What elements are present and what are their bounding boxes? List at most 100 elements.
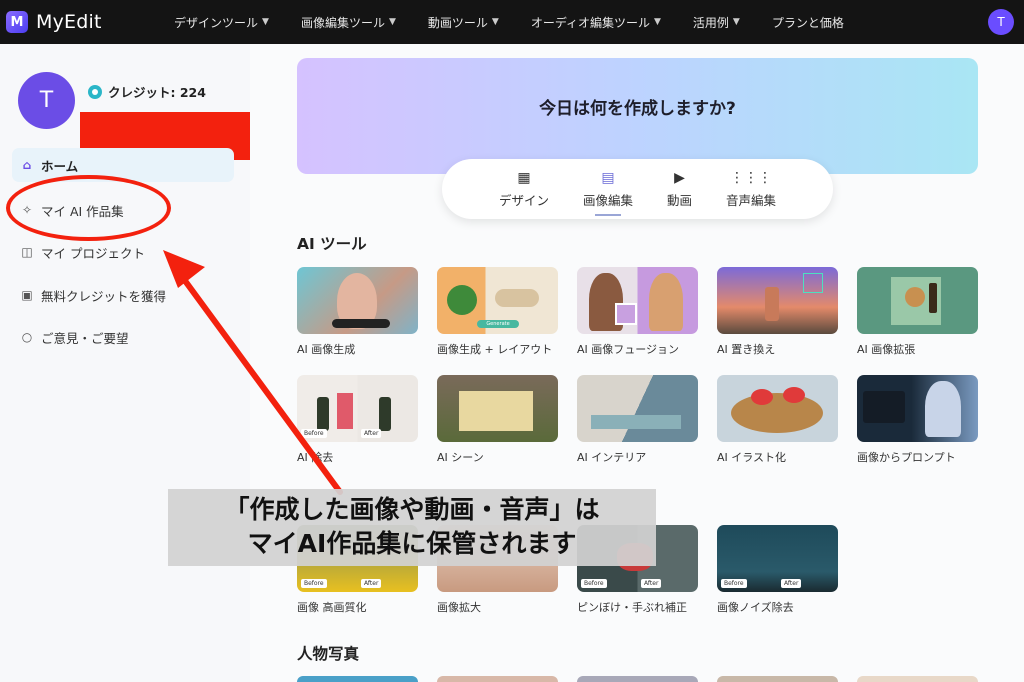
portrait-card-thumbnail[interactable] bbox=[857, 676, 978, 682]
nav-item-label: デザインツール bbox=[174, 15, 259, 30]
nav-item-label: 画像編集ツール bbox=[300, 15, 385, 30]
annotation-caption: 「作成した画像や動画・音声」は マイAI作品集に保管されます bbox=[168, 489, 656, 566]
tool-thumbnail bbox=[717, 375, 838, 442]
nav-item-pricing[interactable]: プランと価格 bbox=[772, 14, 844, 31]
nav-menu: デザインツール ▼ 画像編集ツール ▼ 動画ツール ▼ オーディオ編集ツール ▼ 活用例… bbox=[174, 0, 876, 44]
tool-card-ai-remove[interactable]: Before After AI 除去 bbox=[297, 375, 418, 465]
tool-label: AI 画像拡張 bbox=[857, 343, 916, 356]
sandal-shape bbox=[495, 289, 539, 307]
house-shape bbox=[459, 391, 533, 431]
chevron-down-icon: ▼ bbox=[262, 17, 269, 27]
tool-card-ai-replace[interactable]: AI 置き換え bbox=[717, 267, 838, 357]
tool-card-ai-image-generation[interactable]: AI 画像生成 bbox=[297, 267, 418, 357]
sidebar-item-home[interactable]: ⌂ ホーム bbox=[12, 148, 234, 182]
selection-box bbox=[803, 273, 823, 293]
bottle-shape bbox=[929, 283, 937, 313]
after-tag: After bbox=[361, 429, 382, 438]
nav-item-image-editing-tools[interactable]: 画像編集ツール ▼ bbox=[301, 14, 396, 31]
credit-icon bbox=[88, 84, 102, 99]
plant-shape bbox=[447, 285, 477, 315]
tool-thumbnail bbox=[297, 267, 418, 334]
brand-name: MyEdit bbox=[36, 11, 102, 33]
tab-image-editing[interactable]: ▤ 画像編集 bbox=[582, 169, 633, 216]
portrait-card-thumbnail[interactable] bbox=[437, 676, 558, 682]
after-tag: After bbox=[361, 579, 382, 588]
portrait-card-thumbnail[interactable] bbox=[717, 676, 838, 682]
nav-item-video-tools[interactable]: 動画ツール ▼ bbox=[428, 14, 499, 31]
portrait-shape bbox=[925, 381, 961, 437]
category-tabs: ▦ デザイン ▤ 画像編集 ▶ 動画 ⋮⋮⋮ 音声編集 bbox=[442, 159, 833, 219]
gift-icon: ▣ bbox=[21, 288, 33, 302]
object-to-remove bbox=[337, 393, 353, 429]
sidebar-item-feedback[interactable]: ○ ご意見・ご要望 bbox=[12, 320, 234, 354]
profile-avatar[interactable]: T bbox=[18, 72, 75, 129]
prompt-bar bbox=[332, 319, 390, 328]
tool-label: AI 画像生成 bbox=[297, 343, 356, 356]
main-content: 今日は何を作成しますか? ▦ デザイン ▤ 画像編集 ▶ 動画 ⋮⋮⋮ 音声編集… bbox=[250, 44, 1024, 682]
tool-card-generate-layout[interactable]: Generate 画像生成 + レイアウト bbox=[437, 267, 558, 357]
hero-title: 今日は何を作成しますか? bbox=[539, 99, 736, 119]
sidebar-item-label: ホーム bbox=[41, 158, 79, 174]
top-navigation-bar: M MyEdit デザインツール ▼ 画像編集ツール ▼ 動画ツール ▼ オーディオ編… bbox=[0, 0, 1024, 44]
sidebar-item-free-credits[interactable]: ▣ 無料クレジットを獲得 bbox=[12, 278, 234, 312]
tool-card-image-to-prompt[interactable]: 画像からプロンプト bbox=[857, 375, 978, 465]
tool-card-ai-scene[interactable]: AI シーン bbox=[437, 375, 558, 465]
tool-label: AI イラスト化 bbox=[717, 451, 787, 464]
chat-icon: ○ bbox=[21, 330, 33, 344]
sidebar-item-label: ご意見・ご要望 bbox=[41, 330, 129, 346]
sidebar-item-my-projects[interactable]: ◫ マイ プロジェクト bbox=[12, 235, 234, 269]
waveform-icon: ⋮⋮⋮ bbox=[730, 169, 773, 186]
myedit-logo-icon: M bbox=[6, 11, 28, 33]
section-title-ai-tools: AI ツール bbox=[297, 235, 367, 253]
tool-thumbnail: Before After bbox=[717, 525, 838, 592]
tool-label: 画像 高画質化 bbox=[297, 601, 367, 614]
tab-label: 画像編集 bbox=[582, 192, 633, 208]
tool-card-ai-image-expand[interactable]: AI 画像拡張 bbox=[857, 267, 978, 357]
after-tag: After bbox=[781, 579, 802, 588]
strawberry-shape bbox=[751, 389, 773, 405]
layout-grid-icon: ▦ bbox=[517, 169, 531, 186]
tool-label: 画像拡大 bbox=[437, 601, 481, 614]
tool-label: ピンぼけ・手ぶれ補正 bbox=[577, 601, 687, 614]
tab-audio-editing[interactable]: ⋮⋮⋮ 音声編集 bbox=[726, 170, 776, 209]
tool-label: AI インテリア bbox=[577, 451, 647, 464]
tool-card-ai-interior[interactable]: AI インテリア bbox=[577, 375, 698, 465]
tab-video[interactable]: ▶ 動画 bbox=[667, 170, 692, 209]
user-avatar[interactable]: T bbox=[988, 9, 1014, 35]
tool-label: AI 画像フュージョン bbox=[577, 343, 680, 356]
tool-card-ai-image-fusion[interactable]: AI 画像フュージョン bbox=[577, 267, 698, 357]
tool-card-ai-illustration[interactable]: AI イラスト化 bbox=[717, 375, 838, 465]
tool-label: AI シーン bbox=[437, 451, 484, 464]
before-tag: Before bbox=[581, 579, 607, 588]
nav-item-label: 動画ツール bbox=[427, 15, 488, 30]
tool-thumbnail: Generate bbox=[437, 267, 558, 334]
tool-label: 画像ノイズ除去 bbox=[717, 601, 794, 614]
portrait-card-thumbnail[interactable] bbox=[297, 676, 418, 682]
tab-design[interactable]: ▦ デザイン bbox=[499, 170, 549, 209]
nav-item-use-cases[interactable]: 活用例 ▼ bbox=[693, 14, 740, 31]
credit-balance: クレジット: 224 bbox=[88, 82, 206, 101]
image-icon: ▤ bbox=[601, 169, 615, 186]
annotation-line-1: 「作成した画像や動画・音声」は bbox=[224, 495, 600, 524]
chevron-down-icon: ▼ bbox=[491, 17, 499, 27]
portrait-card-thumbnail[interactable] bbox=[577, 676, 698, 682]
annotation-line-2: マイAI作品集に保管されます bbox=[247, 529, 577, 558]
tool-thumbnail bbox=[577, 375, 698, 442]
plate-shape bbox=[731, 393, 823, 433]
nav-item-label: 活用例 bbox=[692, 15, 729, 30]
nav-item-design-tools[interactable]: デザインツール ▼ bbox=[174, 14, 269, 31]
jar-shape bbox=[905, 287, 925, 307]
generate-button-badge: Generate bbox=[477, 320, 519, 328]
chevron-down-icon: ▼ bbox=[653, 17, 661, 27]
hero-banner: 今日は何を作成しますか? bbox=[297, 58, 978, 174]
tool-label: 画像からプロンプト bbox=[857, 451, 956, 464]
tab-label: 音声編集 bbox=[726, 192, 777, 208]
home-icon: ⌂ bbox=[22, 158, 32, 172]
brand[interactable]: M MyEdit bbox=[6, 11, 102, 33]
chevron-down-icon: ▼ bbox=[732, 17, 740, 27]
bottle-shape bbox=[317, 397, 329, 431]
nav-item-audio-editing-tools[interactable]: オーディオ編集ツール ▼ bbox=[531, 14, 661, 31]
after-tag: After bbox=[641, 579, 662, 588]
tool-label: AI 除去 bbox=[297, 451, 334, 464]
tool-card-denoise[interactable]: Before After 画像ノイズ除去 bbox=[717, 525, 838, 615]
